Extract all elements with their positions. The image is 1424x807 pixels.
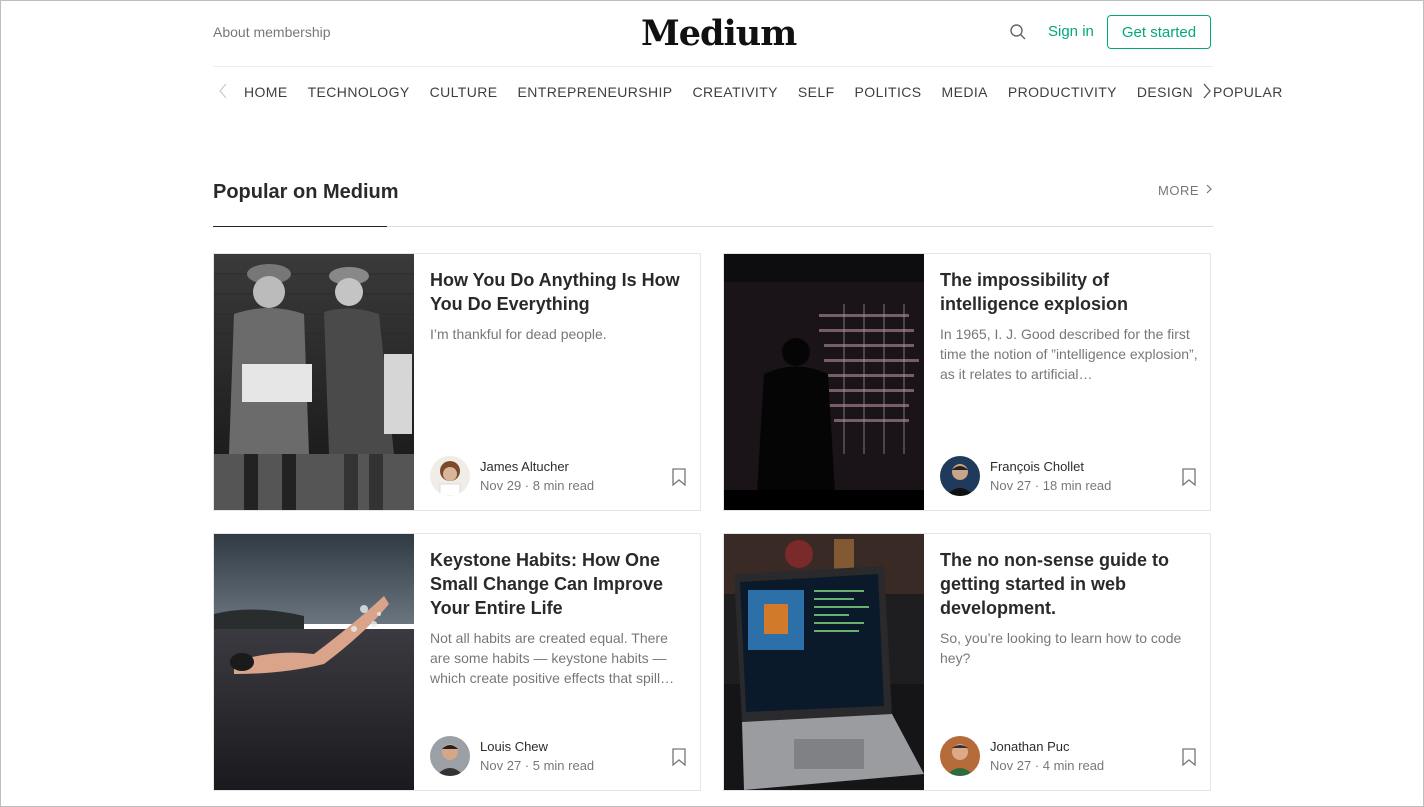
nav-item-productivity[interactable]: PRODUCTIVITY <box>1008 84 1117 100</box>
article-title[interactable]: How You Do Anything Is How You Do Everyt… <box>430 268 688 316</box>
article-card[interactable]: How You Do Anything Is How You Do Everyt… <box>213 253 701 511</box>
search-icon[interactable] <box>1009 23 1027 41</box>
nav-item-design[interactable]: DESIGN <box>1137 84 1193 100</box>
article-title[interactable]: The no non-sense guide to getting starte… <box>940 548 1198 620</box>
author-name[interactable]: Louis Chew <box>480 739 594 754</box>
article-subtitle: In 1965, I. J. Good described for the fi… <box>940 326 1198 382</box>
avatar[interactable] <box>430 736 470 776</box>
get-started-button[interactable]: Get started <box>1107 15 1211 49</box>
page-container: About membership Medium Sign in Get star… <box>213 1 1282 791</box>
author-info: James Altucher Nov 29 · 8 min read <box>430 456 594 496</box>
nav-item-popular[interactable]: POPULAR <box>1213 84 1283 100</box>
bookmark-icon[interactable] <box>672 468 686 491</box>
article-thumbnail[interactable] <box>724 534 924 790</box>
article-subtitle: So, you’re looking to learn how to code … <box>940 630 1182 666</box>
post-meta: Nov 27 · 18 min read <box>990 478 1112 493</box>
more-label: MORE <box>1158 183 1199 198</box>
avatar[interactable] <box>430 456 470 496</box>
author-name[interactable]: François Chollet <box>990 459 1111 474</box>
nav-items: HOME TECHNOLOGY CULTURE ENTREPRENEURSHIP… <box>244 84 1283 100</box>
post-meta: Nov 27 · 4 min read <box>990 758 1105 773</box>
article-subtitle: Not all habits are created equal. There … <box>430 630 675 686</box>
avatar[interactable] <box>940 456 980 496</box>
more-link[interactable]: MORE <box>1158 183 1213 198</box>
top-bar: About membership Medium Sign in Get star… <box>213 1 1213 67</box>
section-title-underline <box>213 226 387 227</box>
post-meta: Nov 27 · 5 min read <box>480 758 595 773</box>
sign-in-link[interactable]: Sign in <box>1048 23 1094 40</box>
bookmark-icon[interactable] <box>1182 468 1196 491</box>
nav-item-home[interactable]: HOME <box>244 84 288 100</box>
article-thumbnail[interactable] <box>214 254 414 510</box>
article-title[interactable]: The impossibility of intelligence explos… <box>940 268 1198 316</box>
section-title: Popular on Medium <box>213 181 399 203</box>
nav-item-self[interactable]: SELF <box>798 84 835 100</box>
author-info: Jonathan Puc Nov 27 · 4 min read <box>940 736 1104 776</box>
avatar[interactable] <box>940 736 980 776</box>
chevron-left-icon[interactable] <box>217 81 229 106</box>
nav-item-politics[interactable]: POLITICS <box>855 84 922 100</box>
article-title[interactable]: Keystone Habits: How One Small Change Ca… <box>430 548 688 620</box>
nav-item-culture[interactable]: CULTURE <box>430 84 498 100</box>
about-membership-link[interactable]: About membership <box>213 24 331 40</box>
chevron-right-icon <box>1205 183 1213 198</box>
article-card[interactable]: The impossibility of intelligence explos… <box>723 253 1211 511</box>
bookmark-icon[interactable] <box>1182 748 1196 771</box>
nav-item-creativity[interactable]: CREATIVITY <box>693 84 778 100</box>
bookmark-icon[interactable] <box>672 748 686 771</box>
nav-item-media[interactable]: MEDIA <box>942 84 988 100</box>
chevron-right-icon[interactable] <box>1201 81 1213 106</box>
header-divider <box>213 66 1213 67</box>
post-meta: Nov 29 · 8 min read <box>480 478 595 493</box>
author-info: François Chollet Nov 27 · 18 min read <box>940 456 1111 496</box>
author-name[interactable]: James Altucher <box>480 459 594 474</box>
author-name[interactable]: Jonathan Puc <box>990 739 1104 754</box>
article-subtitle: I’m thankful for dead people. <box>430 326 607 342</box>
topic-nav: HOME TECHNOLOGY CULTURE ENTREPRENEURSHIP… <box>213 81 1282 106</box>
nav-item-technology[interactable]: TECHNOLOGY <box>308 84 410 100</box>
medium-logo[interactable]: Medium <box>641 13 797 54</box>
article-thumbnail[interactable] <box>724 254 924 510</box>
article-card[interactable]: The no non-sense guide to getting starte… <box>723 533 1211 791</box>
article-thumbnail[interactable] <box>214 534 414 790</box>
article-card[interactable]: Keystone Habits: How One Small Change Ca… <box>213 533 701 791</box>
author-info: Louis Chew Nov 27 · 5 min read <box>430 736 594 776</box>
nav-item-entrepreneurship[interactable]: ENTREPRENEURSHIP <box>518 84 673 100</box>
